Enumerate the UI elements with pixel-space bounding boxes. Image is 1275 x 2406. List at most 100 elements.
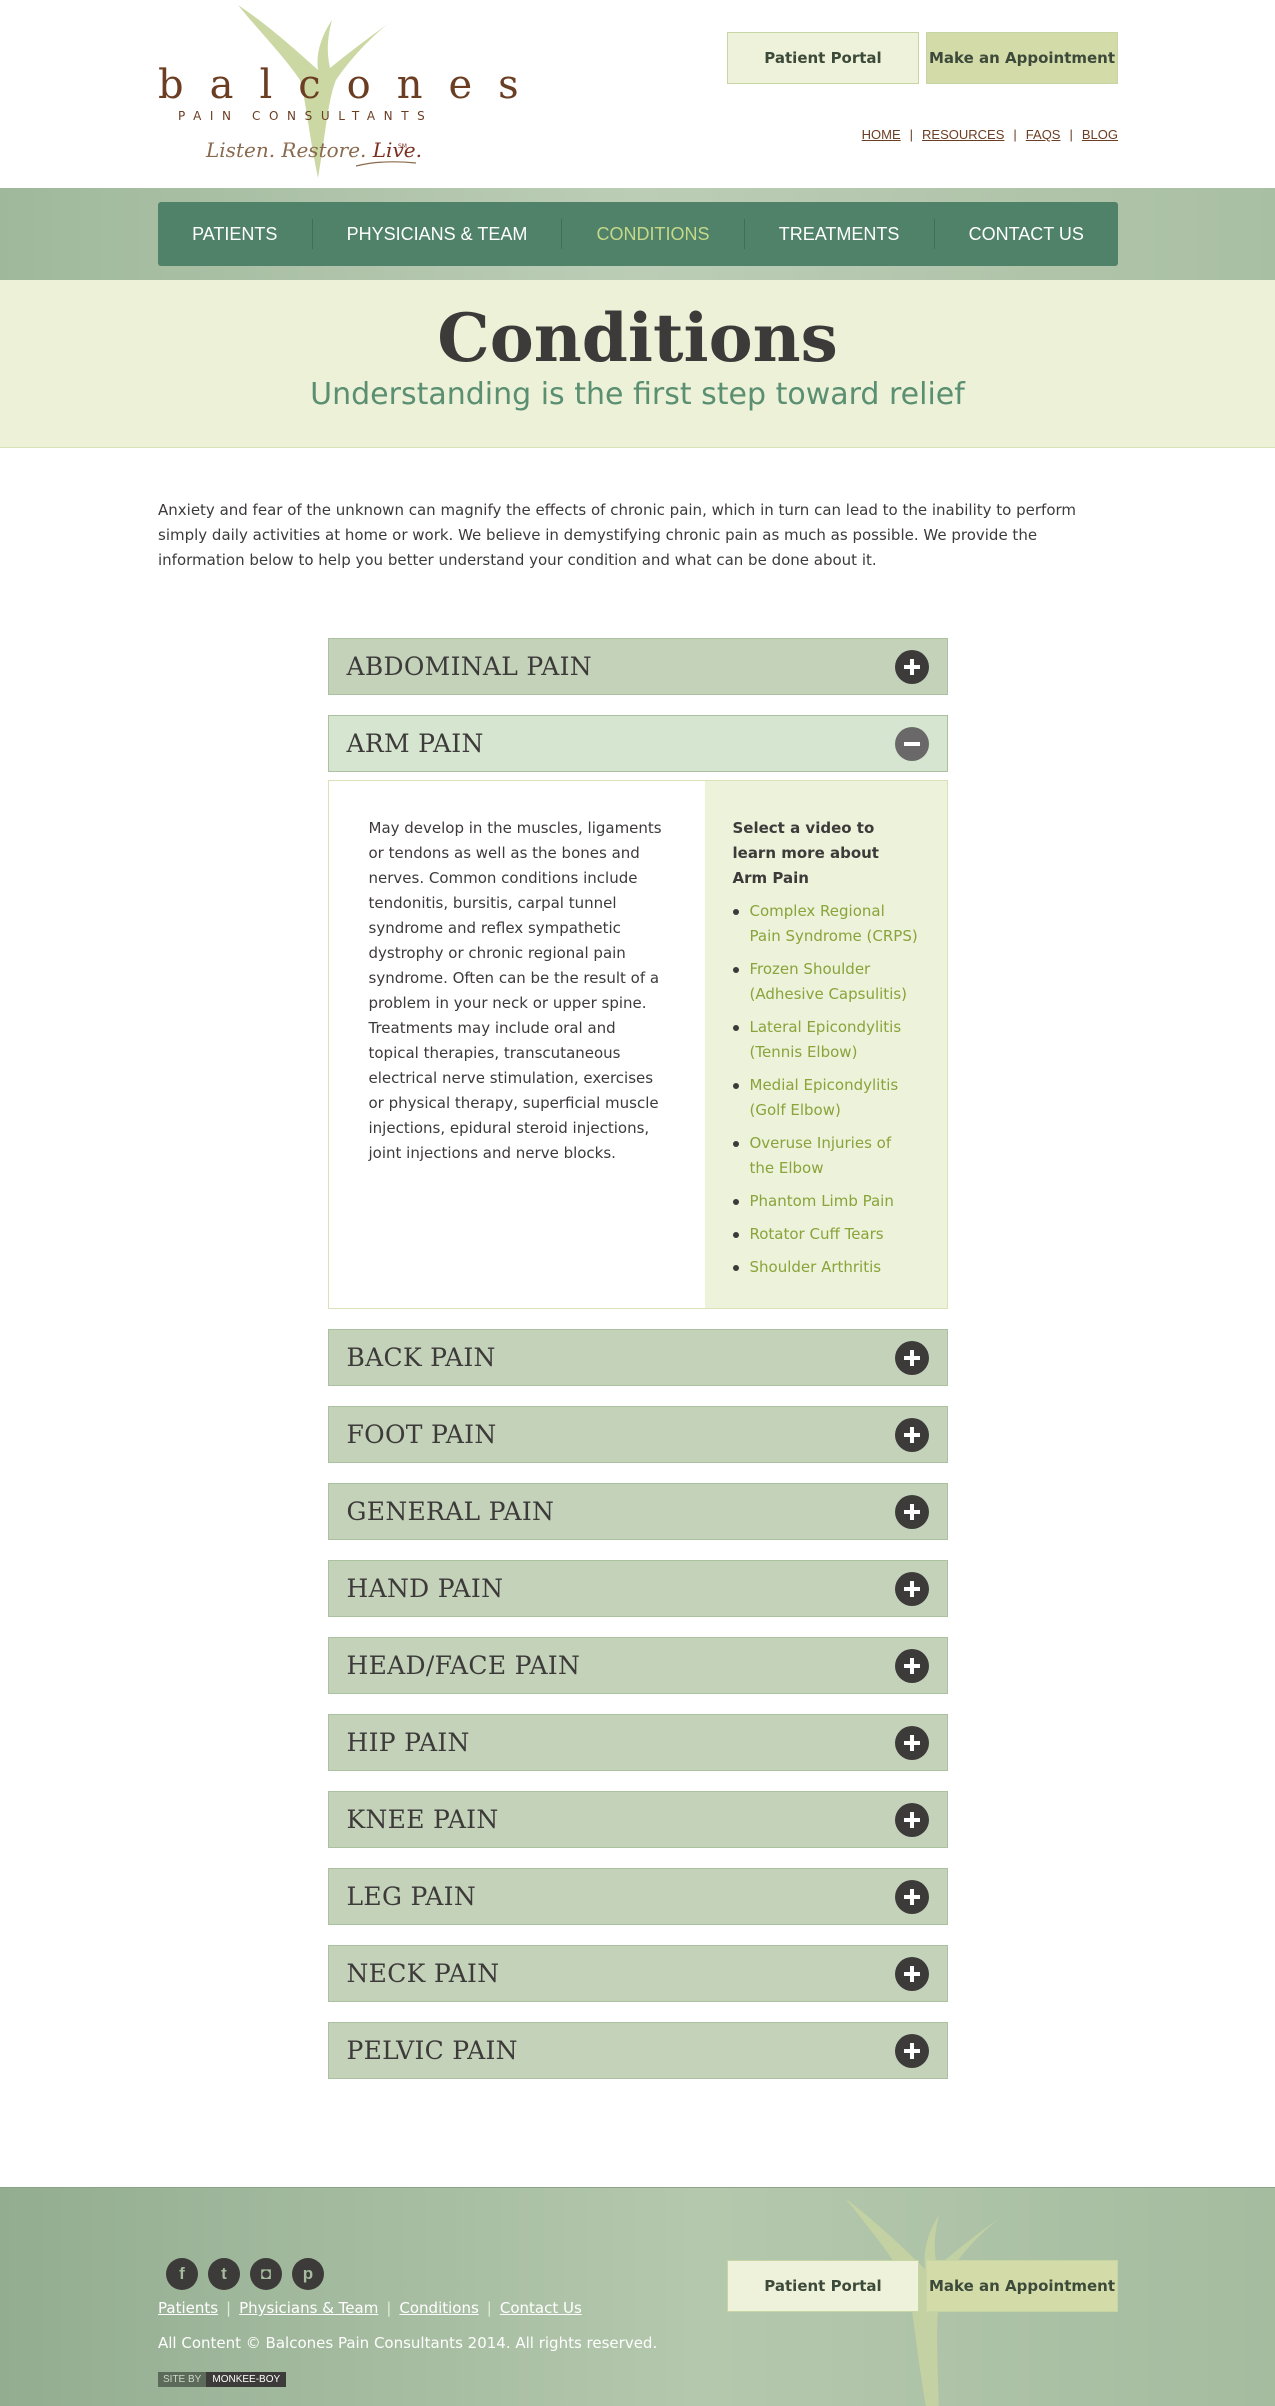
- footer-link-patients[interactable]: Patients: [158, 2299, 218, 2317]
- conditions-accordion: ABDOMINAL PAIN ARM PAIN May develop in t…: [327, 638, 948, 2079]
- util-link-faqs[interactable]: FAQS: [1026, 127, 1061, 142]
- video-link[interactable]: Phantom Limb Pain: [732, 1189, 919, 1214]
- accordion-header-abdominal-pain[interactable]: ABDOMINAL PAIN: [327, 638, 948, 695]
- video-link[interactable]: Shoulder Arthritis: [732, 1255, 919, 1280]
- expand-plus-icon[interactable]: [894, 1494, 929, 1529]
- accordion-header-hand-pain[interactable]: HAND PAIN: [327, 1560, 948, 1617]
- footer-nav: Patients | Physicians & Team | Condition…: [158, 2299, 582, 2317]
- expand-plus-icon[interactable]: [894, 1956, 929, 1991]
- video-link[interactable]: Medial Epicondylitis (Golf Elbow): [732, 1073, 919, 1123]
- expand-plus-icon[interactable]: [894, 1571, 929, 1606]
- header-cta-group: Patient Portal Make an Appointment: [727, 32, 1118, 84]
- accordion-item: ABDOMINAL PAIN: [327, 638, 948, 695]
- video-link[interactable]: Complex Regional Pain Syndrome (CRPS): [732, 899, 919, 949]
- footer-link-conditions[interactable]: Conditions: [399, 2299, 478, 2317]
- facebook-icon[interactable]: f: [166, 2258, 198, 2290]
- accordion-title: GENERAL PAIN: [346, 1497, 555, 1526]
- expand-plus-icon[interactable]: [894, 1879, 929, 1914]
- footer-link-contact-us[interactable]: Contact Us: [500, 2299, 582, 2317]
- util-link-resources[interactable]: RESOURCES: [922, 127, 1004, 142]
- accordion-title: ABDOMINAL PAIN: [346, 652, 592, 681]
- intro-paragraph: Anxiety and fear of the unknown can magn…: [158, 501, 1077, 569]
- page-subtitle: Understanding is the first step toward r…: [310, 376, 965, 412]
- footer-link-physicians-team[interactable]: Physicians & Team: [239, 2299, 378, 2317]
- site-header: balcones PAIN CONSULTANTS Listen. Restor…: [0, 0, 1275, 188]
- util-link-blog[interactable]: BLOG: [1082, 127, 1118, 142]
- accordion-item: GENERAL PAIN: [327, 1483, 948, 1540]
- copyright-text: All Content © Balcones Pain Consultants …: [158, 2334, 658, 2352]
- accordion-item: LEG PAIN: [327, 1868, 948, 1925]
- nav-item-physicians-team[interactable]: PHYSICIANS & TEAM: [313, 224, 562, 245]
- nav-item-contact-us[interactable]: CONTACT US: [935, 224, 1119, 245]
- accordion-header-knee-pain[interactable]: KNEE PAIN: [327, 1791, 948, 1848]
- accordion-header-leg-pain[interactable]: LEG PAIN: [327, 1868, 948, 1925]
- expand-plus-icon[interactable]: [894, 1340, 929, 1375]
- footer-separator: |: [386, 2299, 392, 2317]
- expand-plus-icon[interactable]: [894, 1802, 929, 1837]
- make-appointment-button[interactable]: Make an Appointment: [926, 32, 1118, 84]
- footer-patient-portal-button[interactable]: Patient Portal: [727, 2260, 919, 2312]
- footer-separator: |: [486, 2299, 492, 2317]
- site-by-badge[interactable]: SITE BY MONKEE-BOY: [158, 2372, 287, 2387]
- logo[interactable]: balcones PAIN CONSULTANTS Listen. Restor…: [158, 0, 519, 180]
- accordion-item: PELVIC PAIN: [327, 2022, 948, 2079]
- accordion-item: FOOT PAIN: [327, 1406, 948, 1463]
- accordion-item: NECK PAIN: [327, 1945, 948, 2002]
- expand-plus-icon[interactable]: [894, 2033, 929, 2068]
- accordion-title: HAND PAIN: [346, 1574, 504, 1603]
- accordion-item: KNEE PAIN: [327, 1791, 948, 1848]
- util-separator: |: [909, 127, 914, 142]
- logo-swoosh-icon: [356, 161, 416, 167]
- logo-wordmark: balcones: [158, 62, 545, 108]
- pinterest-icon[interactable]: p: [292, 2258, 324, 2290]
- expand-plus-icon[interactable]: [894, 1417, 929, 1452]
- patient-portal-button[interactable]: Patient Portal: [727, 32, 919, 84]
- accordion-title: PELVIC PAIN: [346, 2036, 518, 2065]
- video-list: Complex Regional Pain Syndrome (CRPS) Fr…: [732, 899, 919, 1280]
- accordion-item: BACK PAIN: [327, 1329, 948, 1386]
- util-separator: |: [1013, 127, 1017, 142]
- site-by-label: SITE BY: [158, 2372, 207, 2387]
- util-separator: |: [1069, 127, 1073, 142]
- util-link-home[interactable]: HOME: [862, 127, 901, 142]
- video-link[interactable]: Overuse Injuries of the Elbow: [732, 1131, 919, 1181]
- service-mark: SM: [398, 143, 407, 150]
- video-link[interactable]: Lateral Epicondylitis (Tennis Elbow): [732, 1015, 919, 1065]
- footer-separator: |: [226, 2299, 232, 2317]
- videos-heading: Select a video to learn more about Arm P…: [732, 819, 879, 887]
- twitter-icon[interactable]: t: [208, 2258, 240, 2290]
- accordion-header-arm-pain[interactable]: ARM PAIN: [327, 715, 948, 772]
- instagram-icon[interactable]: ◘: [250, 2258, 282, 2290]
- accordion-title: FOOT PAIN: [346, 1420, 497, 1449]
- condition-description: May develop in the muscles, ligaments or…: [368, 819, 662, 1162]
- logo-tagline: Listen. Restore. Live.: [206, 138, 422, 162]
- accordion-title: NECK PAIN: [346, 1959, 500, 1988]
- expand-plus-icon[interactable]: [894, 1648, 929, 1683]
- expand-plus-icon[interactable]: [894, 1725, 929, 1760]
- accordion-header-hip-pain[interactable]: HIP PAIN: [327, 1714, 948, 1771]
- accordion-header-foot-pain[interactable]: FOOT PAIN: [327, 1406, 948, 1463]
- accordion-title: HIP PAIN: [346, 1728, 470, 1757]
- video-link[interactable]: Rotator Cuff Tears: [732, 1222, 919, 1247]
- accordion-header-head-face-pain[interactable]: HEAD/FACE PAIN: [327, 1637, 948, 1694]
- utility-nav: HOME | RESOURCES | FAQS | BLOG: [862, 127, 1118, 142]
- accordion-header-pelvic-pain[interactable]: PELVIC PAIN: [327, 2022, 948, 2079]
- accordion-header-back-pain[interactable]: BACK PAIN: [327, 1329, 948, 1386]
- main-nav-band: PATIENTS PHYSICIANS & TEAM CONDITIONS TR…: [0, 188, 1275, 280]
- page-title-band: Conditions Understanding is the first st…: [0, 280, 1275, 448]
- social-links: f t ◘ p: [166, 2258, 324, 2290]
- page-title: Conditions: [437, 299, 838, 377]
- accordion-title: KNEE PAIN: [346, 1805, 499, 1834]
- nav-item-treatments[interactable]: TREATMENTS: [745, 224, 934, 245]
- accordion-item: HIP PAIN: [327, 1714, 948, 1771]
- nav-item-patients[interactable]: PATIENTS: [158, 224, 312, 245]
- video-link[interactable]: Frozen Shoulder (Adhesive Capsulitis): [732, 957, 919, 1007]
- accordion-item: ARM PAIN May develop in the muscles, lig…: [327, 715, 948, 1309]
- accordion-title: HEAD/FACE PAIN: [346, 1651, 581, 1680]
- collapse-minus-icon[interactable]: [894, 726, 929, 761]
- accordion-header-neck-pain[interactable]: NECK PAIN: [327, 1945, 948, 2002]
- accordion-header-general-pain[interactable]: GENERAL PAIN: [327, 1483, 948, 1540]
- expand-plus-icon[interactable]: [894, 649, 929, 684]
- footer-make-appointment-button[interactable]: Make an Appointment: [926, 2260, 1118, 2312]
- nav-item-conditions[interactable]: CONDITIONS: [562, 224, 743, 245]
